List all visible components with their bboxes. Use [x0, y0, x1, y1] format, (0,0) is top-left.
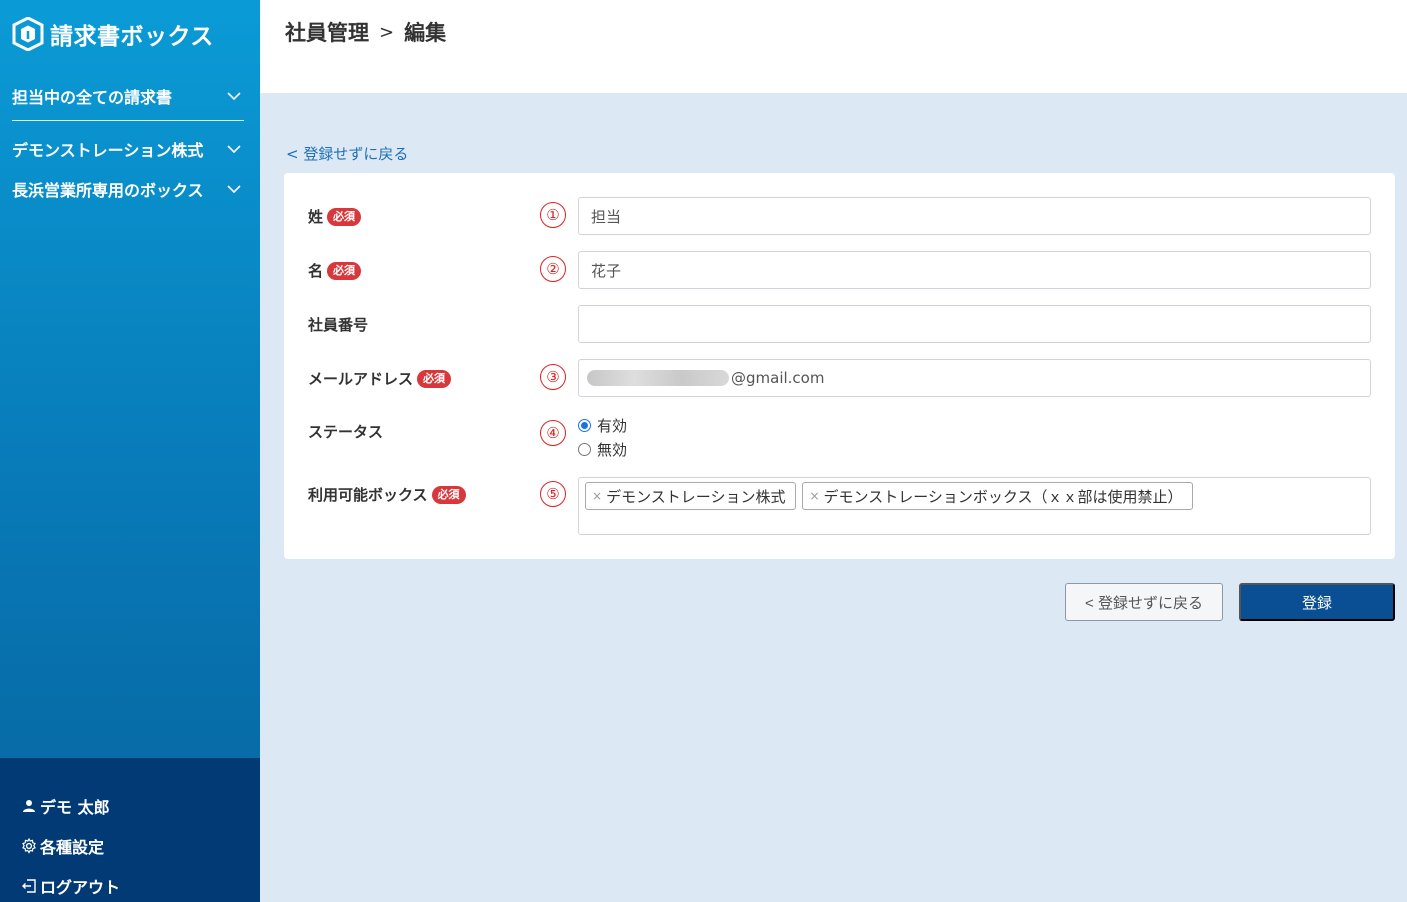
- last-name-label-text: 姓: [308, 208, 324, 226]
- page-header: 社員管理 > 編集: [260, 0, 1407, 93]
- first-name-input[interactable]: 花子: [578, 251, 1371, 289]
- sidebar-footer: デモ 太郎 各種設定 ログアウト: [0, 758, 260, 902]
- status-radio-active[interactable]: 有効: [578, 413, 627, 437]
- annotation-marker-2: ②: [540, 256, 566, 282]
- settings-label: 各種設定: [40, 838, 105, 857]
- required-badge: 必須: [417, 369, 452, 388]
- logout-icon: [20, 877, 38, 895]
- logo-icon: [12, 16, 44, 52]
- app-logo[interactable]: 請求書ボックス: [12, 16, 214, 52]
- page-title: 編集: [404, 21, 447, 45]
- sidebar: 請求書ボックス 担当中の全ての請求書 デモンストレーション株式 長浜営業所専用の…: [0, 0, 260, 902]
- breadcrumb-separator: >: [379, 21, 395, 43]
- employee-no-input[interactable]: [578, 305, 1371, 343]
- selected-tag: × デモンストレーションボックス（ｘｘ部は使用禁止）: [802, 482, 1194, 510]
- user-name: デモ 太郎: [40, 798, 110, 817]
- redacted-text: [587, 370, 729, 386]
- annotation-marker-3: ③: [540, 364, 566, 390]
- radio-label: 有効: [597, 416, 628, 435]
- status-label: ステータス: [308, 423, 384, 441]
- first-name-label: 名 必須: [308, 260, 362, 281]
- employee-edit-form: 姓 必須 ① 担当 名 必須 ② 花子 社員番号 メールアドレス 必須 ③ @g…: [284, 173, 1395, 559]
- back-link[interactable]: < 登録せずに戻る: [286, 143, 408, 164]
- email-label-text: メールアドレス: [308, 370, 414, 388]
- first-name-label-text: 名: [308, 262, 324, 280]
- logout-link[interactable]: ログアウト: [0, 866, 260, 902]
- boxes-label-text: 利用可能ボックス: [308, 486, 428, 504]
- sidebar-item-label: 担当中の全ての請求書: [12, 88, 173, 107]
- tag-label: デモンストレーション株式: [606, 487, 786, 506]
- annotation-marker-1: ①: [540, 202, 566, 228]
- required-badge: 必須: [327, 207, 362, 226]
- sidebar-divider: [12, 120, 244, 121]
- user-icon: [20, 797, 38, 815]
- chevron-down-icon: [224, 86, 244, 106]
- radio-unchecked-icon[interactable]: [578, 442, 591, 456]
- breadcrumb-section[interactable]: 社員管理: [285, 17, 369, 47]
- boxes-multiselect[interactable]: × デモンストレーション株式 × デモンストレーションボックス（ｘｘ部は使用禁止…: [578, 477, 1371, 535]
- required-badge: 必須: [431, 485, 466, 504]
- user-menu[interactable]: デモ 太郎: [0, 786, 260, 826]
- app-title: 請求書ボックス: [50, 24, 214, 50]
- annotation-marker-5: ⑤: [540, 481, 566, 507]
- last-name-label: 姓 必須: [308, 206, 362, 227]
- chevron-down-icon: [224, 179, 244, 199]
- sidebar-item-all-invoices[interactable]: 担当中の全ての請求書: [12, 76, 244, 116]
- remove-tag-icon[interactable]: ×: [592, 489, 602, 503]
- radio-label: 無効: [597, 440, 628, 459]
- sidebar-item-demo-company[interactable]: デモンストレーション株式: [12, 129, 244, 169]
- selected-tag: × デモンストレーション株式: [585, 482, 797, 510]
- email-domain: @gmail.com: [731, 369, 825, 387]
- gear-icon: [20, 837, 38, 855]
- boxes-label: 利用可能ボックス 必須: [308, 484, 466, 505]
- sidebar-item-label: 長浜営業所専用のボックス: [12, 181, 204, 200]
- tag-label: デモンストレーションボックス（ｘｘ部は使用禁止）: [823, 487, 1183, 506]
- last-name-input[interactable]: 担当: [578, 197, 1371, 235]
- radio-checked-icon[interactable]: [578, 418, 591, 432]
- employee-no-label: 社員番号: [308, 316, 369, 334]
- logout-label: ログアウト: [40, 878, 121, 897]
- email-label: メールアドレス 必須: [308, 368, 452, 389]
- status-radio-group: 有効 無効: [578, 413, 627, 461]
- required-badge: 必須: [327, 261, 362, 280]
- back-button[interactable]: < 登録せずに戻る: [1065, 583, 1223, 621]
- settings-link[interactable]: 各種設定: [0, 826, 260, 866]
- chevron-down-icon: [224, 139, 244, 159]
- sidebar-item-label: デモンストレーション株式: [12, 141, 204, 160]
- sidebar-nav: 担当中の全ての請求書 デモンストレーション株式 長浜営業所専用のボックス: [12, 76, 244, 209]
- annotation-marker-4: ④: [540, 420, 566, 446]
- sidebar-item-nagahama-box[interactable]: 長浜営業所専用のボックス: [12, 169, 244, 209]
- status-radio-inactive[interactable]: 無効: [578, 437, 627, 461]
- submit-button[interactable]: 登録: [1239, 583, 1395, 621]
- email-field[interactable]: @gmail.com: [578, 359, 1371, 397]
- breadcrumb: 社員管理 > 編集: [285, 17, 446, 47]
- remove-tag-icon[interactable]: ×: [809, 489, 819, 503]
